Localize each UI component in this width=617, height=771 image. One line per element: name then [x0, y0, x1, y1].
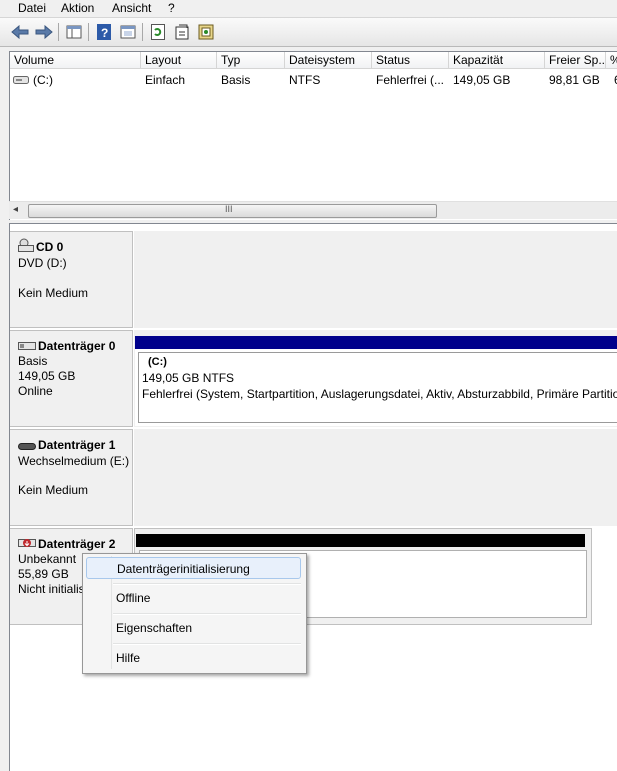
disk-label-disk1[interactable]: Datenträger 1 Wechselmedium (E:) Kein Me…: [10, 429, 133, 526]
disk-type: DVD (D:): [18, 256, 67, 270]
menu-item-properties[interactable]: Eigenschaften: [86, 617, 301, 639]
disk-label-cd0[interactable]: CD 0 DVD (D:) Kein Medium: [10, 231, 133, 328]
scroll-grip: III: [225, 204, 233, 214]
primary-partition-bar: [135, 336, 617, 349]
cell-layout: Einfach: [145, 73, 186, 87]
disk-name: CD 0: [36, 240, 64, 254]
disk-size: 55,89 GB: [18, 567, 69, 581]
rescan-icon[interactable]: [196, 22, 216, 42]
col-freier-speicher[interactable]: Freier Sp...: [545, 52, 606, 69]
help-icon[interactable]: ?: [94, 22, 114, 42]
col-status[interactable]: Status: [372, 52, 449, 69]
disk-size: 149,05 GB: [18, 369, 76, 383]
cell-frei: 98,81 GB: [549, 73, 600, 87]
context-menu: Datenträgerinitialisierung Offline Eigen…: [82, 553, 307, 674]
col-prozent[interactable]: %: [606, 52, 617, 69]
action-properties-icon[interactable]: [172, 22, 192, 42]
menu-bar: Datei Aktion Ansicht ?: [0, 0, 617, 18]
menu-ansicht[interactable]: Ansicht: [112, 1, 151, 15]
disk-status: Kein Medium: [18, 286, 89, 300]
disk-type: Basis: [18, 354, 48, 368]
menu-item-initialize-disk[interactable]: Datenträgerinitialisierung: [86, 557, 301, 579]
menu-item-help[interactable]: Hilfe: [86, 647, 301, 669]
volume-list: Volume Layout Typ Dateisystem Status Kap…: [9, 51, 617, 220]
forward-icon[interactable]: [34, 22, 54, 42]
cell-typ: Basis: [221, 73, 251, 87]
console-tree-icon[interactable]: [64, 22, 84, 42]
svg-text:?: ?: [101, 26, 108, 40]
horizontal-scrollbar[interactable]: ◂ III: [9, 201, 617, 219]
partition-status: Fehlerfrei (System, Startpartition, Ausl…: [142, 387, 617, 401]
col-volume[interactable]: Volume: [10, 52, 141, 69]
menu-datei[interactable]: Datei: [18, 1, 46, 15]
cd-drive-icon: [18, 238, 34, 255]
disk-label-disk0[interactable]: Datenträger 0 Basis 149,05 GB Online: [10, 330, 133, 427]
col-kapazitaet[interactable]: Kapazität: [449, 52, 545, 69]
disk-status: Kein Medium: [18, 483, 89, 497]
disk-panel-disk1: [134, 429, 617, 526]
menu-aktion[interactable]: Aktion: [61, 1, 94, 15]
disk-name: Datenträger 0: [38, 339, 116, 353]
scroll-left-icon[interactable]: ◂: [13, 204, 18, 215]
disk-type: Unbekannt: [18, 552, 77, 566]
disk-icon: [18, 340, 36, 354]
col-typ[interactable]: Typ: [217, 52, 285, 69]
disk-panel-disk0: (C:) 149,05 GB NTFS Fehlerfrei (System, …: [134, 330, 617, 427]
col-layout[interactable]: Layout: [141, 52, 217, 69]
drive-icon: [13, 74, 29, 88]
disk-status: Online: [18, 384, 53, 398]
cell-volume: (C:): [33, 73, 53, 87]
disk-name: Datenträger 2: [38, 537, 116, 551]
properties-icon[interactable]: [118, 22, 138, 42]
menu-help[interactable]: ?: [168, 1, 175, 15]
refresh-icon[interactable]: [148, 22, 168, 42]
partition-c[interactable]: (C:) 149,05 GB NTFS Fehlerfrei (System, …: [135, 336, 617, 426]
cell-kapazitaet: 149,05 GB: [453, 73, 511, 87]
cell-status: Fehlerfrei (...: [376, 73, 445, 87]
partition-size: 149,05 GB NTFS: [142, 371, 235, 385]
col-dateisystem[interactable]: Dateisystem: [285, 52, 372, 69]
removable-disk-icon: [18, 440, 36, 454]
cell-dateisystem: NTFS: [289, 73, 321, 87]
toolbar: ?: [0, 18, 617, 47]
disk-panel-cd0: [134, 231, 617, 328]
disk-type: Wechselmedium (E:): [18, 454, 130, 468]
scroll-thumb[interactable]: III: [28, 204, 437, 218]
back-icon[interactable]: [10, 22, 30, 42]
partition-name: (C:): [148, 356, 167, 368]
uninitialized-disk-icon: [18, 536, 36, 553]
disk-name: Datenträger 1: [38, 438, 116, 452]
menu-item-offline[interactable]: Offline: [86, 587, 301, 609]
unallocated-bar: [136, 534, 585, 547]
